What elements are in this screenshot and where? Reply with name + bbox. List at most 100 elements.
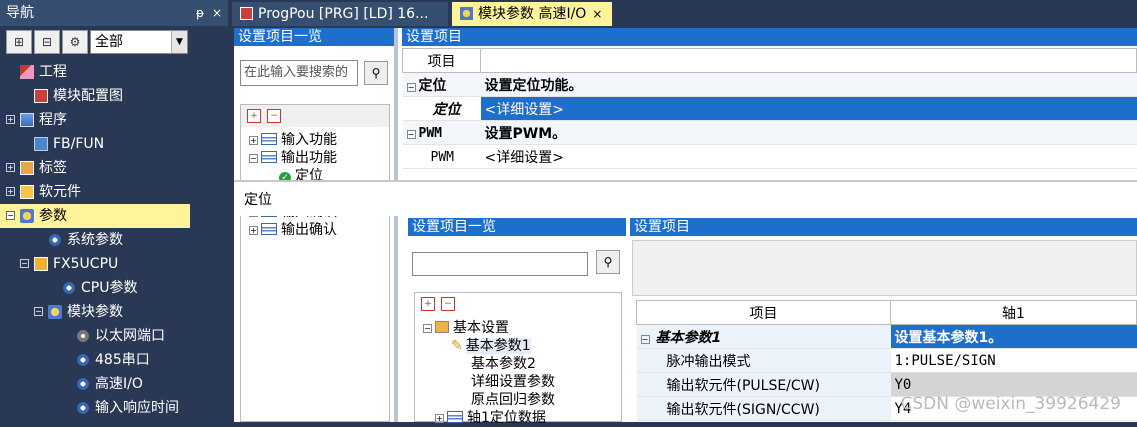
- tab-label: ProgPou [PRG] [LD] 16...: [258, 6, 429, 22]
- sub-tree-item[interactable]: + 轴1定位数据: [435, 409, 546, 427]
- collapse-icon[interactable]: −: [6, 211, 15, 220]
- nav-title-bar: 导航 ᵽ ×: [0, 0, 228, 26]
- collapse-icon[interactable]: −: [34, 307, 43, 316]
- nav-filter-select[interactable]: 全部 ▼: [90, 30, 188, 54]
- nav-item[interactable]: 以太网端口: [0, 324, 228, 348]
- expand-icon[interactable]: +: [249, 136, 258, 145]
- nav-item[interactable]: 模块配置图: [0, 84, 228, 108]
- nav-item[interactable]: FB/FUN: [0, 132, 228, 156]
- detail-setting-link[interactable]: <详细设置>: [480, 96, 1137, 121]
- expand-icon[interactable]: +: [6, 163, 15, 172]
- settings-header: 设置项目: [402, 28, 1137, 46]
- setting-tree-item[interactable]: + 输入功能: [249, 131, 337, 149]
- detail-setting-link[interactable]: <详细设置>: [480, 144, 1137, 169]
- table-row[interactable]: − 基本参数1 设置基本参数1。: [636, 324, 1137, 349]
- sub-tree-label: 原点回归参数: [471, 392, 555, 408]
- nav-item[interactable]: + 标签: [0, 156, 228, 180]
- collapse-icon[interactable]: −: [20, 259, 29, 268]
- nav-item-label: 高速I/O: [95, 376, 143, 392]
- sub-tree-label: 详细设置参数: [471, 374, 555, 390]
- axis1-value-field[interactable]: Y0: [890, 372, 1137, 397]
- collapse-icon[interactable]: −: [406, 129, 416, 139]
- collapse-all-icon[interactable]: −: [267, 109, 281, 123]
- collapse-icon[interactable]: −: [423, 324, 432, 333]
- collapse-tree-icon[interactable]: ⊟: [34, 30, 60, 54]
- expand-icon[interactable]: +: [6, 115, 15, 124]
- nav-filter-value: 全部: [95, 34, 123, 50]
- row-item-label: PWM: [430, 149, 454, 165]
- table-row[interactable]: PWM <详细设置>: [402, 144, 1137, 169]
- cpu-icon: [34, 257, 48, 271]
- nav-item[interactable]: 高速I/O: [0, 372, 228, 396]
- nav-item[interactable]: − FX5UCPU: [0, 252, 228, 276]
- setting-tree-item[interactable]: + 输出确认: [249, 221, 337, 239]
- row-description: 设置定位功能。: [480, 72, 1137, 97]
- close-icon[interactable]: ×: [212, 0, 222, 26]
- nav-item-label: 以太网端口: [95, 328, 165, 344]
- sub-tree-item[interactable]: 详细设置参数: [471, 373, 555, 391]
- axis1-value-field[interactable]: 1:PULSE/SIGN: [890, 348, 1137, 373]
- nav-item[interactable]: − 模块参数: [0, 300, 228, 324]
- tab-progpou[interactable]: ProgPou [PRG] [LD] 16...: [232, 2, 448, 26]
- row-item-label: 定位: [432, 101, 461, 118]
- parameter-icon: [460, 7, 473, 20]
- collapse-icon[interactable]: −: [249, 154, 258, 163]
- nav-item-label: 程序: [39, 112, 67, 128]
- nav-item[interactable]: + 程序: [0, 108, 228, 132]
- sub-settings-header: 设置项目: [630, 218, 1137, 236]
- watermark: CSDN @weixin_39926429: [900, 394, 1121, 414]
- expand-all-icon[interactable]: +: [247, 109, 261, 123]
- setting-tree-item[interactable]: − 输出功能: [249, 149, 337, 167]
- label-icon: [20, 161, 34, 175]
- table-row[interactable]: − PWM 设置PWM。: [402, 120, 1137, 145]
- sub-setting-tree: + − − 基本设置 ✎ 基本参数1 基本参数2 详细设置参数 原点回归参数 + 轴1定位数据: [414, 292, 622, 426]
- sub-tree-label: 基本设置: [453, 320, 509, 336]
- close-icon[interactable]: ×: [592, 7, 602, 21]
- sub-tree-item[interactable]: − 基本设置: [423, 319, 509, 337]
- nav-item[interactable]: − 参数: [0, 204, 190, 228]
- function-block-icon: [34, 137, 48, 151]
- nav-item-label: FB/FUN: [53, 136, 105, 152]
- expand-icon[interactable]: +: [249, 226, 258, 235]
- tab-module-params[interactable]: 模块参数 高速I/O ×: [452, 2, 612, 26]
- binoculars-icon[interactable]: ⚲: [596, 250, 620, 274]
- nav-item-label: 系统参数: [67, 232, 123, 248]
- binoculars-icon[interactable]: ⚲: [364, 61, 388, 85]
- sub-tree-item[interactable]: ✎ 基本参数1: [451, 337, 531, 355]
- nav-item[interactable]: 系统参数: [0, 228, 228, 252]
- gear-icon[interactable]: ⚙: [62, 30, 88, 54]
- expand-icon[interactable]: +: [6, 187, 15, 196]
- pin-icon[interactable]: ᵽ: [196, 0, 204, 26]
- nav-item[interactable]: 输入响应时间: [0, 396, 228, 420]
- setting-tree: + − +输入功能−输出功能✓定位PWM+输入确认+输出确认: [240, 104, 390, 422]
- nav-item[interactable]: + 软元件: [0, 180, 228, 204]
- folder-icon: [435, 321, 449, 333]
- nav-item[interactable]: CPU参数: [0, 276, 228, 300]
- gear-icon: [62, 281, 76, 295]
- nav-item-label: 485串口: [95, 352, 150, 368]
- grid-header-item: 项目: [402, 48, 481, 73]
- collapse-icon[interactable]: −: [406, 82, 416, 92]
- sub-tree-item[interactable]: 基本参数2: [471, 355, 536, 373]
- parameter-icon: [48, 305, 62, 319]
- setting-list-header: 设置项目一览: [234, 28, 394, 46]
- pencil-icon: ✎: [451, 338, 463, 354]
- tree-toolbar: + −: [241, 105, 389, 127]
- expand-tree-icon[interactable]: ⊞: [6, 30, 32, 54]
- table-row[interactable]: 输出软元件(PULSE/CW) Y0: [636, 372, 1137, 397]
- table-row[interactable]: 定位 <详细设置>: [402, 96, 1137, 121]
- setting-tree-label: 输入功能: [281, 132, 337, 148]
- table-row[interactable]: − 定位 设置定位功能。: [402, 72, 1137, 97]
- nav-item[interactable]: 485串口: [0, 348, 228, 372]
- sub-tree-item[interactable]: 原点回归参数: [471, 391, 555, 409]
- collapse-icon[interactable]: −: [640, 334, 650, 344]
- sub-search-input[interactable]: [412, 252, 588, 276]
- search-input[interactable]: 在此输入要搜索的: [240, 60, 358, 86]
- table-row[interactable]: 脉冲输出模式 1:PULSE/SIGN: [636, 348, 1137, 373]
- collapse-all-icon[interactable]: −: [441, 297, 455, 311]
- setting-list-pane: 设置项目一览 在此输入要搜索的 ⚲ + − +输入功能−输出功能✓定位PWM+输…: [234, 28, 398, 422]
- nav-item-label: 参数: [39, 208, 67, 224]
- expand-all-icon[interactable]: +: [421, 297, 435, 311]
- nav-item[interactable]: 工程: [0, 60, 228, 84]
- chevron-down-icon[interactable]: ▼: [171, 31, 187, 53]
